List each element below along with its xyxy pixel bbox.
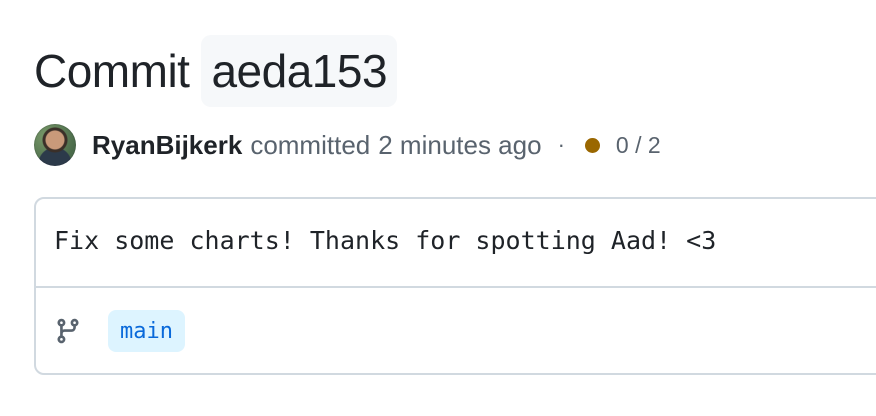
commit-page: Commit aeda153 RyanBijkerk committed 2 m…: [0, 0, 876, 416]
commit-box-divider: [36, 286, 876, 288]
branch-label[interactable]: main: [108, 310, 185, 352]
checks-count[interactable]: 0 / 2: [616, 132, 661, 159]
pending-status-icon[interactable]: [584, 137, 600, 153]
commit-details-box: Fix some charts! Thanks for spotting Aad…: [34, 197, 876, 375]
meta-separator: ·: [557, 132, 565, 157]
commit-title-label: Commit: [34, 45, 190, 97]
branch-row: main: [54, 309, 185, 353]
author-avatar[interactable]: [34, 124, 76, 166]
commit-title: Commit aeda153: [34, 35, 398, 107]
commit-message: Fix some charts! Thanks for spotting Aad…: [54, 226, 717, 255]
commit-meta: RyanBijkerk committed 2 minutes ago · 0 …: [34, 123, 661, 167]
commit-sha[interactable]: aeda153: [201, 35, 398, 107]
commit-time[interactable]: 2 minutes ago: [378, 130, 541, 161]
commit-action-text: committed: [250, 129, 371, 160]
git-branch-icon: [57, 318, 79, 344]
author-link[interactable]: RyanBijkerk: [92, 130, 242, 161]
